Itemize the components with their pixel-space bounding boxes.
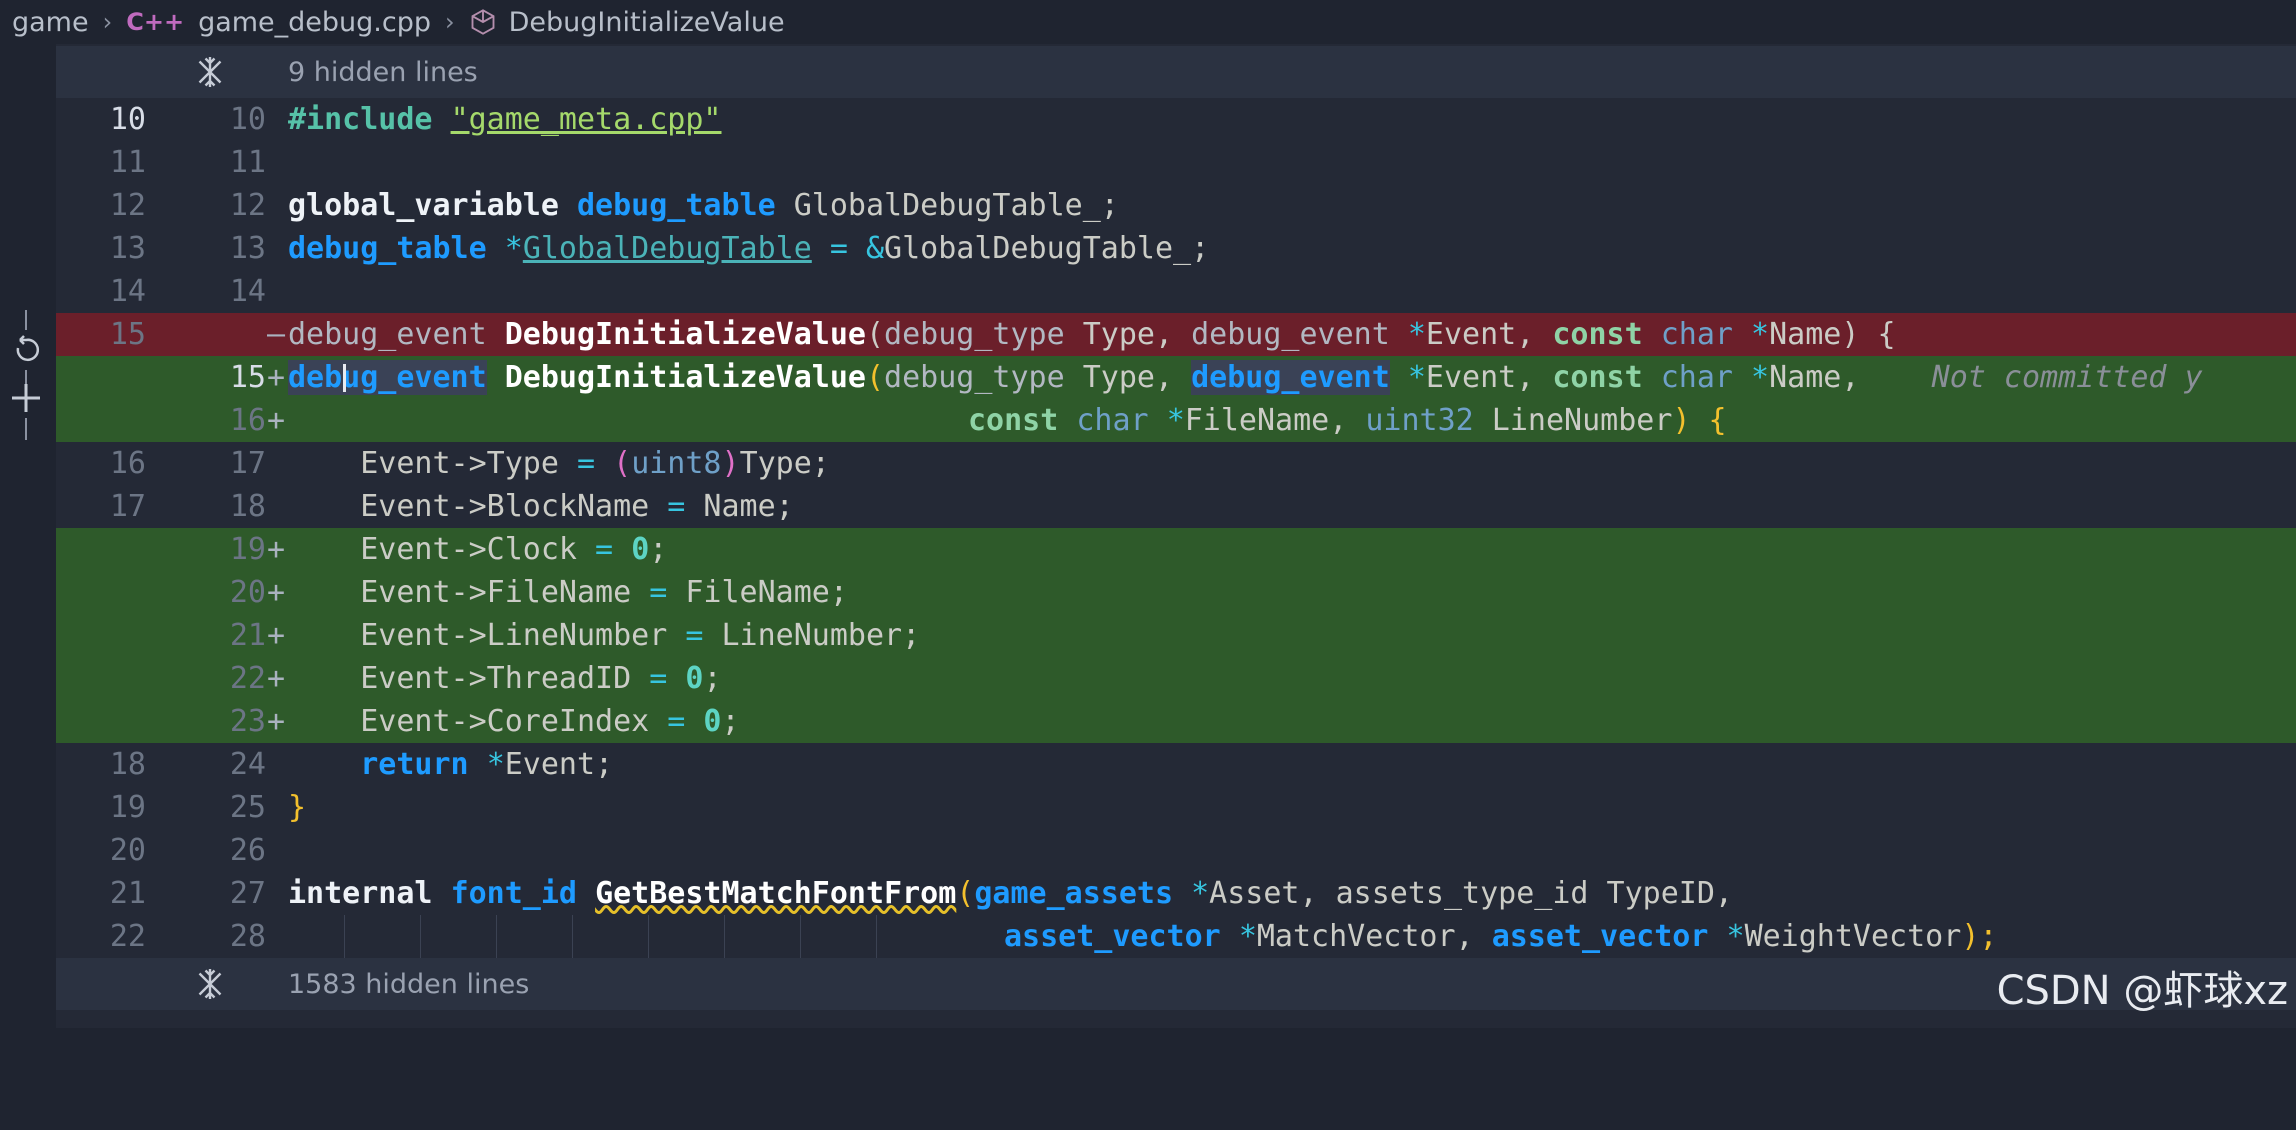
line-number-modified: 12 [229, 188, 266, 223]
diff-marker: — [266, 317, 286, 352]
symbol-cube-icon [471, 9, 495, 35]
code-line[interactable]: 14 14 [56, 270, 2296, 313]
unfold-icon[interactable] [192, 54, 228, 90]
line-number-modified: 23 [229, 704, 266, 739]
line-number-original: 20 [109, 833, 146, 868]
line-number-original: 14 [109, 274, 146, 309]
chevron-right-icon: › [102, 8, 113, 36]
code-line[interactable]: 12 12 global_variable debug_table Global… [56, 184, 2296, 227]
line-number-modified: 11 [229, 145, 266, 180]
line-number-original: 21 [109, 876, 146, 911]
line-number-modified: 15 [229, 360, 266, 395]
added-line[interactable]: 15 + debug_event DebugInitializeValue(de… [56, 356, 2296, 399]
line-number-original: 15 [109, 317, 146, 352]
diff-marker: + [266, 575, 286, 610]
line-number-original: 12 [109, 188, 146, 223]
hidden-lines-label: 9 hidden lines [288, 56, 478, 88]
line-number-modified: 21 [229, 618, 266, 653]
code-line[interactable]: 19 25 } [56, 786, 2296, 829]
code-text: Event->LineNumber = LineNumber; [360, 618, 921, 653]
code-text: return *Event; [360, 747, 614, 782]
diff-marker: + [266, 403, 286, 438]
diff-marker: + [266, 661, 286, 696]
diff-marker: + [266, 704, 286, 739]
watermark: CSDN @虾球xz [1996, 968, 2288, 1014]
unfold-icon[interactable] [192, 966, 228, 1002]
code-text: Event->FileName = FileName; [360, 575, 848, 610]
line-number-original: 18 [109, 747, 146, 782]
code-line[interactable]: 11 11 [56, 141, 2296, 184]
code-text: debug_event DebugInitializeValue(debug_t… [288, 317, 1896, 352]
line-number-modified: 24 [229, 747, 266, 782]
line-number-modified: 17 [229, 446, 266, 481]
diff-marker: + [266, 532, 286, 567]
added-line[interactable]: 20 + Event->FileName = FileName; [56, 571, 2296, 614]
line-number-original: 19 [109, 790, 146, 825]
line-number-original: 22 [109, 919, 146, 954]
line-number-modified: 25 [229, 790, 266, 825]
hidden-lines-label: 1583 hidden lines [288, 968, 530, 1000]
code-text: #include "game_meta.cpp" [288, 102, 722, 137]
blame-annotation: Not committed y [1931, 360, 2203, 395]
line-number-original: 10 [109, 102, 146, 137]
code-line[interactable]: 10 10 #include "game_meta.cpp" [56, 98, 2296, 141]
line-number-modified: 28 [229, 919, 266, 954]
added-line[interactable]: 19 + Event->Clock = 0; [56, 528, 2296, 571]
line-number-original: 16 [109, 446, 146, 481]
added-line[interactable]: 23 + Event->CoreIndex = 0; [56, 700, 2296, 743]
breadcrumb-file[interactable]: game_debug.cpp [198, 7, 431, 38]
breadcrumb-root[interactable]: game [12, 7, 89, 38]
code-text: } [288, 790, 307, 825]
hidden-lines-bottom[interactable]: 1583 hidden lines [56, 958, 2296, 1010]
line-number-original: 11 [109, 145, 146, 180]
added-line[interactable]: 21 + Event->LineNumber = LineNumber; [56, 614, 2296, 657]
code-line[interactable]: 16 17 Event->Type = (uint8)Type; [56, 442, 2296, 485]
hidden-lines-top[interactable]: 9 hidden lines [56, 46, 2296, 98]
code-text: debug_table *GlobalDebugTable = &GlobalD… [288, 231, 1210, 266]
code-text: asset_vector *MatchVector, asset_vector … [1004, 919, 1998, 954]
diff-marker: + [266, 618, 286, 653]
code-text: Event->BlockName = Name; [360, 489, 794, 524]
code-text: const char *FileName, uint32 LineNumber)… [968, 403, 1727, 438]
deleted-line[interactable]: 15 — debug_event DebugInitializeValue(de… [56, 313, 2296, 356]
code-text: Event->Type = (uint8)Type; [360, 446, 830, 481]
line-number-modified: 14 [229, 274, 266, 309]
code-text: Event->CoreIndex = 0; [360, 704, 740, 739]
line-number-modified: 26 [229, 833, 266, 868]
code-text: Event->Clock = 0; [360, 532, 668, 567]
text-cursor [343, 364, 346, 392]
diff-marker: + [266, 360, 286, 395]
code-text: debug_event DebugInitializeValue(debug_t… [288, 360, 2203, 395]
line-number-modified: 10 [229, 102, 266, 137]
cpp-file-icon: C++ [126, 8, 185, 36]
code-line[interactable]: 13 13 debug_table *GlobalDebugTable = &G… [56, 227, 2296, 270]
line-number-modified: 20 [229, 575, 266, 610]
code-line[interactable]: 22 28 asset_vector *MatchVector, asset_v… [56, 915, 2296, 958]
code-text: Event->ThreadID = 0; [360, 661, 722, 696]
indent-guides [344, 915, 952, 958]
line-number-modified: 22 [229, 661, 266, 696]
added-line[interactable]: 22 + Event->ThreadID = 0; [56, 657, 2296, 700]
line-number-original: 13 [109, 231, 146, 266]
code-line[interactable]: 17 18 Event->BlockName = Name; [56, 485, 2296, 528]
line-number-modified: 27 [229, 876, 266, 911]
breadcrumb: game › C++ game_debug.cpp › DebugInitial… [0, 0, 2296, 44]
activity-gutter [0, 44, 56, 1028]
chevron-right-icon: › [445, 8, 455, 36]
line-number-modified: 18 [229, 489, 266, 524]
revert-change-icon[interactable] [6, 310, 46, 440]
code-text: global_variable debug_table GlobalDebugT… [288, 188, 1119, 223]
line-number-modified: 19 [229, 532, 266, 567]
line-number-modified: 16 [229, 403, 266, 438]
line-number-modified: 13 [229, 231, 266, 266]
code-text: internal font_id GetBestMatchFontFrom(ga… [288, 876, 1733, 911]
added-line[interactable]: 16 + const char *FileName, uint32 LineNu… [56, 399, 2296, 442]
breadcrumb-symbol[interactable]: DebugInitializeValue [509, 7, 785, 38]
line-number-original: 17 [109, 489, 146, 524]
code-line[interactable]: 20 26 [56, 829, 2296, 872]
code-line[interactable]: 18 24 return *Event; [56, 743, 2296, 786]
code-line[interactable]: 21 27 internal font_id GetBestMatchFontF… [56, 872, 2296, 915]
